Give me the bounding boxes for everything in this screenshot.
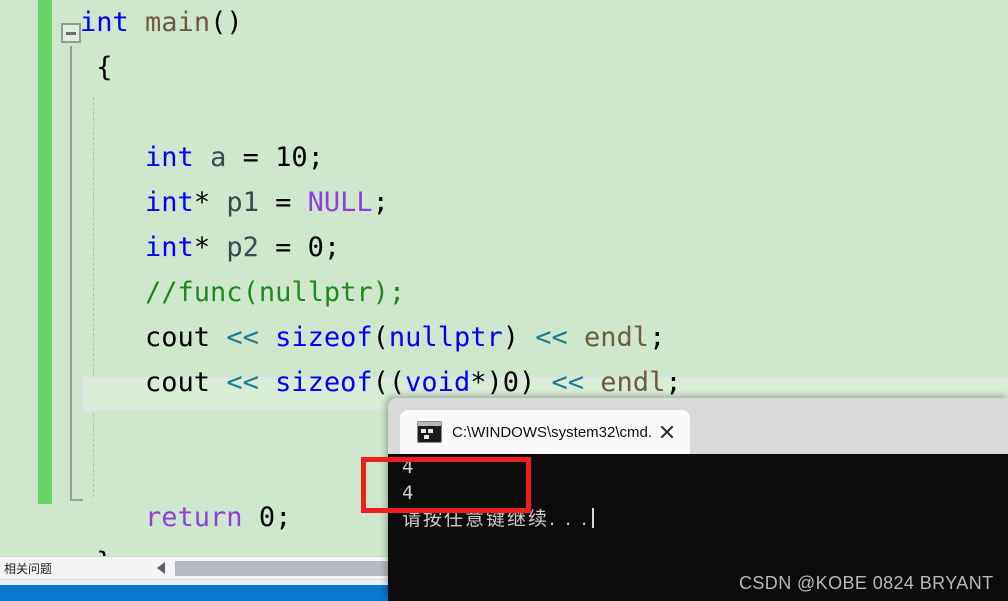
code-token: <<	[551, 367, 585, 398]
code-token: )	[518, 367, 536, 398]
related-issues-label: 相关问题	[4, 562, 53, 576]
code-token: int	[145, 187, 194, 218]
line-cout-sizeof-nullptr[interactable]: cout << sizeof(nullptr) << endl;	[0, 315, 1008, 360]
scroll-left-arrow-icon[interactable]	[157, 562, 165, 574]
code-token: ;	[307, 142, 324, 173]
code-token: {	[80, 52, 113, 83]
terminal-titlebar[interactable]: C:\WINDOWS\system32\cmd.	[388, 398, 1008, 454]
code-token: return	[145, 502, 243, 533]
code-token: sizeof	[275, 367, 373, 398]
code-token: <<	[226, 322, 259, 353]
code-token: NULL	[307, 187, 373, 218]
code-token: 0	[258, 502, 276, 533]
code-token: =	[258, 187, 308, 218]
line-int-p2[interactable]: int* p2 = 0;	[0, 225, 1008, 270]
code-token: void	[405, 367, 471, 398]
code-token: <<	[535, 322, 568, 353]
terminal-tab[interactable]: C:\WINDOWS\system32\cmd.	[400, 410, 690, 454]
code-token: nullptr	[388, 322, 503, 353]
code-token: ;	[275, 502, 292, 533]
code-token: *	[193, 232, 227, 263]
code-token: int	[145, 232, 194, 263]
line-open-brace[interactable]: {	[0, 45, 1008, 90]
code-token: cout	[145, 367, 211, 398]
code-token: ;	[665, 367, 682, 398]
line-int-main[interactable]: int main()	[0, 0, 1008, 45]
code-token: sizeof	[275, 322, 373, 353]
line-comment-func[interactable]: //func(nullptr);	[0, 270, 1008, 315]
terminal-cursor	[592, 508, 595, 528]
code-token: p2	[226, 232, 259, 263]
code-token: main	[145, 7, 211, 38]
code-token: ()	[210, 7, 243, 38]
code-token: endl	[600, 367, 666, 398]
screenshot-root: int main() { int a = 10; int* p1 = NULL;…	[0, 0, 1008, 601]
code-token: (	[372, 322, 389, 353]
code-token: cout	[145, 322, 211, 353]
line-blank-1[interactable]	[0, 90, 1008, 135]
code-token: *	[193, 187, 227, 218]
code-token: 0	[307, 232, 324, 263]
cmd-console-icon	[417, 421, 442, 443]
close-icon[interactable]	[657, 422, 677, 442]
code-token: *)	[470, 367, 503, 398]
code-token: int	[145, 142, 194, 173]
code-token: //func(nullptr);	[145, 277, 406, 308]
line-int-p1[interactable]: int* p1 = NULL;	[0, 180, 1008, 225]
code-token: int	[80, 7, 129, 38]
code-token: a	[210, 142, 227, 173]
code-token: )	[502, 322, 519, 353]
code-token: p1	[226, 187, 259, 218]
code-token: <<	[226, 367, 259, 398]
code-token: }	[80, 547, 112, 556]
code-token: ;	[372, 187, 389, 218]
code-token: ((	[372, 367, 406, 398]
code-token: endl	[584, 322, 650, 353]
code-token: 10	[275, 142, 308, 173]
red-annotation-box	[361, 457, 531, 513]
line-int-a[interactable]: int a = 10;	[0, 135, 1008, 180]
terminal-tab-label: C:\WINDOWS\system32\cmd.	[452, 423, 653, 441]
code-token: 0	[502, 367, 519, 398]
code-token: ;	[649, 322, 666, 353]
code-token: ;	[323, 232, 341, 263]
code-token: =	[226, 142, 276, 173]
code-token: =	[258, 232, 308, 263]
watermark: CSDN @KOBE 0824 BRYANT	[739, 573, 994, 593]
